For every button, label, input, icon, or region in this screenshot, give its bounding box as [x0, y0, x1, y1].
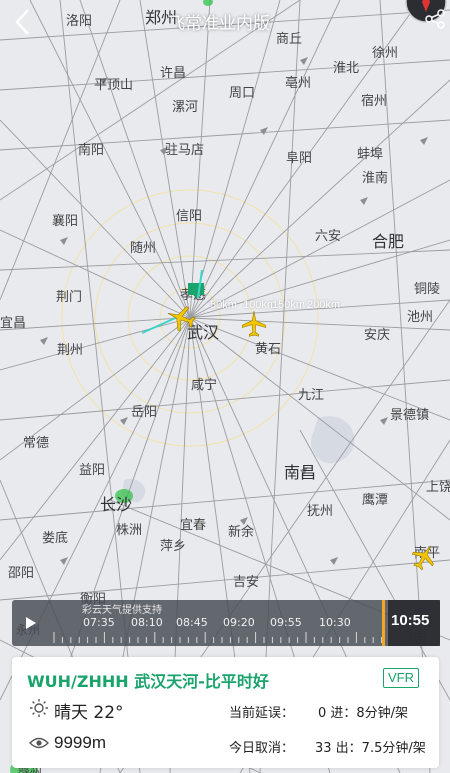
city-jiujiang: 九江	[298, 388, 325, 403]
play-button[interactable]	[12, 600, 50, 646]
city-hefei: 合肥	[372, 232, 405, 251]
city-jingzhou: 荆州	[57, 343, 84, 358]
city-yiyang: 益阳	[79, 463, 106, 478]
timeline-scale	[53, 632, 383, 643]
city-changde: 常德	[23, 436, 50, 451]
share-icon	[425, 9, 445, 29]
city-xinyu: 新余	[228, 525, 255, 540]
city-yichang: 宜昌	[0, 316, 27, 331]
eye-icon	[29, 737, 49, 749]
cancel-label: 今日取消：	[229, 741, 295, 756]
plane-icon-nanping[interactable]	[410, 543, 438, 571]
timeline-tick[interactable]: 10:30	[319, 616, 351, 629]
city-jingmen: 荆门	[56, 290, 83, 305]
city-xinyang: 信阳	[176, 209, 203, 224]
city-huainan: 淮南	[362, 171, 389, 186]
city-shangrao: 上饶	[426, 480, 450, 495]
city-shaoyang: 邵阳	[8, 566, 35, 581]
plane-icon-wuhan[interactable]	[166, 303, 196, 333]
city-suzhou-ah: 宿州	[361, 94, 388, 109]
city-jian: 吉安	[233, 575, 260, 590]
city-yichun: 宜春	[180, 518, 207, 533]
scale-label-150: 150km	[272, 299, 306, 311]
city-luan: 六安	[315, 229, 342, 244]
city-yingtan: 鹰潭	[362, 493, 389, 508]
timeline-tick[interactable]: 07:35	[83, 616, 115, 629]
city-xuzhou: 徐州	[372, 46, 399, 61]
city-anqing: 安庆	[364, 328, 391, 343]
city-bozhou: 亳州	[285, 76, 312, 91]
city-xiangyang: 襄阳	[52, 214, 79, 229]
city-huangshi: 黄石	[255, 342, 282, 357]
city-pingdingshan: 平顶山	[94, 78, 134, 93]
scale-label-50: 50km	[210, 299, 237, 311]
city-pingxiang: 萍乡	[160, 539, 187, 554]
city-jingdezhen: 景德镇	[390, 408, 430, 423]
city-yueyang: 岳阳	[131, 405, 158, 420]
delay-value: 0 进：8分钟/架	[318, 706, 409, 721]
city-huaibei: 淮北	[333, 61, 360, 76]
weather-text: 晴天 22°	[54, 703, 124, 723]
airport-name: WUH/ZHHH 武汉天河-比平时好	[27, 672, 269, 691]
city-loudi: 娄底	[42, 531, 69, 546]
sun-icon	[30, 699, 48, 717]
current-time: 10:55	[391, 612, 430, 629]
cancel-value: 33 出：7.5分钟/架	[315, 741, 426, 756]
city-fuzhou-jx: 抚州	[307, 504, 334, 519]
timeline-tick[interactable]: 08:10	[131, 616, 163, 629]
chevron-left-icon	[15, 9, 29, 35]
delay-label: 当前延误：	[229, 706, 295, 721]
city-xianning: 咸宁	[191, 378, 218, 393]
radar-timeline[interactable]: 彩云天气提供支持 07:35 08:10 08:45 09:20 09:55 1…	[12, 600, 440, 646]
timeline-tick[interactable]: 09:55	[270, 616, 302, 629]
current-time-display: 10:55	[388, 600, 440, 646]
city-fuyang: 阜阳	[286, 151, 313, 166]
city-nanchang: 南昌	[284, 463, 317, 482]
airport-info-card[interactable]: WUH/ZHHH 武汉天河-比平时好 VFR 晴天 22° 9999m 当前延误…	[12, 657, 439, 768]
city-zhuzhou: 株洲	[116, 523, 143, 538]
flight-rule-badge: VFR	[383, 668, 419, 688]
top-bar: 飞常准业内版	[0, 0, 450, 44]
play-icon	[26, 617, 36, 629]
city-chizhou: 池州	[407, 310, 434, 325]
back-button[interactable]	[8, 4, 38, 40]
city-suizhou: 随州	[130, 241, 157, 256]
city-tongling: 铜陵	[414, 282, 441, 297]
weather-attribution: 彩云天气提供支持	[82, 605, 162, 616]
city-luohe: 漯河	[172, 100, 199, 115]
share-button[interactable]	[423, 8, 447, 30]
timeline-tick[interactable]: 09:20	[223, 616, 255, 629]
city-zhumadian: 驻马店	[165, 143, 205, 158]
scale-label-200: 200km	[307, 299, 341, 311]
city-changsha: 长沙	[100, 495, 133, 514]
page-title: 飞常准业内版	[168, 14, 270, 34]
timeline-tick[interactable]: 08:45	[176, 616, 208, 629]
timeline-cursor[interactable]	[382, 600, 385, 646]
poyang-lake	[311, 416, 355, 464]
city-zhoukou: 周口	[229, 86, 256, 101]
visibility-value: 9999m	[54, 733, 106, 752]
city-nanyang: 南阳	[78, 143, 105, 158]
city-bengbu: 蚌埠	[357, 147, 384, 162]
city-xuchang: 许昌	[160, 66, 187, 81]
plane-icon-huangshi[interactable]	[240, 310, 268, 338]
